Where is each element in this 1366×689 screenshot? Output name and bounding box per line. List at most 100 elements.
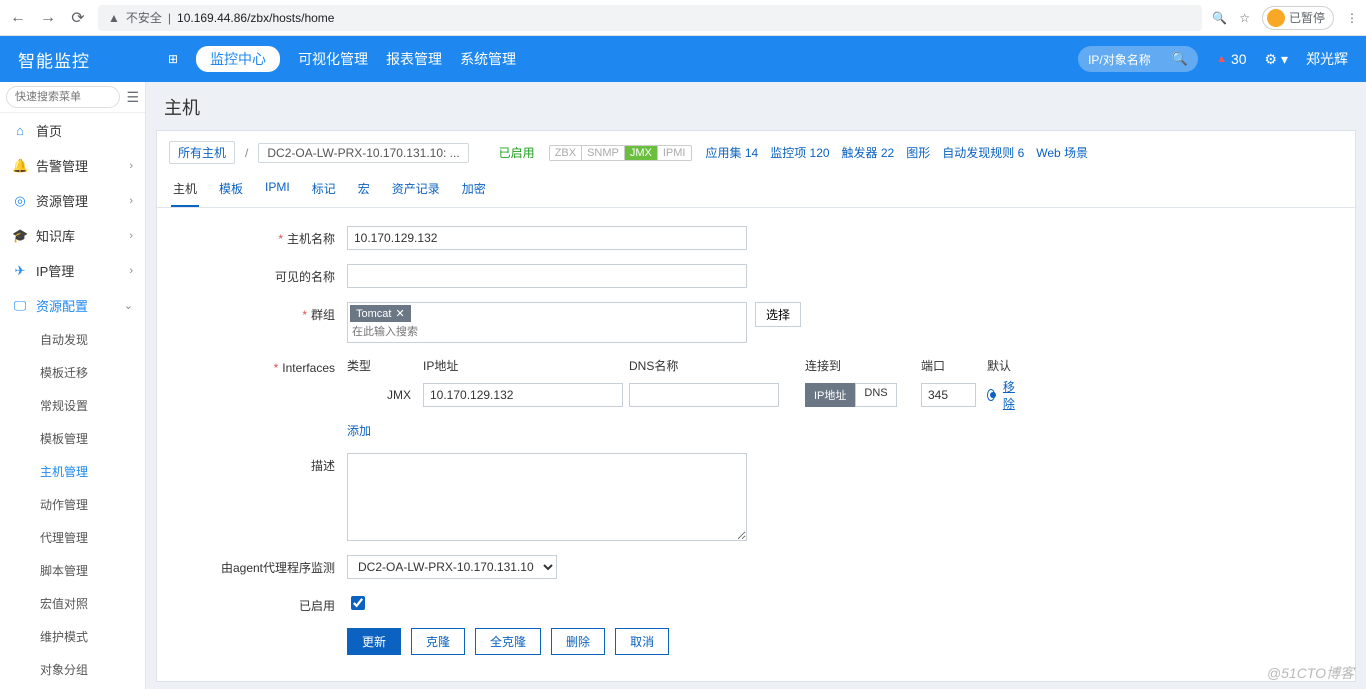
remove-tag-icon[interactable]: ✕	[395, 307, 404, 320]
sidebar-item-3[interactable]: 🎓 知识库 ›	[0, 218, 145, 253]
chevron-icon: ›	[129, 265, 133, 277]
tab-0[interactable]: 主机	[171, 174, 199, 207]
page-title: 主机	[146, 82, 1366, 130]
sidebar-icon-0: ⌂	[12, 123, 28, 138]
sidebar-subitem-9[interactable]: 维护模式	[0, 620, 145, 653]
sidebar-item-1[interactable]: 🔔 告警管理 ›	[0, 148, 145, 183]
tab-5[interactable]: 资产记录	[390, 174, 442, 207]
sidebar-subitem-1[interactable]: 模板迁移	[0, 356, 145, 389]
sidebar-icon-3: 🎓	[12, 228, 28, 244]
iface-ip-input[interactable]	[423, 383, 623, 407]
stat-1[interactable]: 监控项 120	[770, 146, 829, 160]
crumb-current-host[interactable]: DC2-OA-LW-PRX-10.170.131.10: ...	[258, 143, 468, 163]
sidebar-item-2[interactable]: ◎ 资源管理 ›	[0, 183, 145, 218]
group-tagbox[interactable]: Tomcat ✕	[347, 302, 747, 343]
sidebar-item-4[interactable]: ✈ IP管理 ›	[0, 253, 145, 288]
sidebar-subitem-0[interactable]: 自动发现	[0, 323, 145, 356]
hostname-input[interactable]	[347, 226, 747, 250]
stat-0[interactable]: 应用集 14	[706, 146, 759, 160]
zoom-icon[interactable]: 🔍	[1212, 11, 1227, 25]
tab-3[interactable]: 标记	[310, 174, 338, 207]
tab-4[interactable]: 宏	[356, 174, 372, 207]
tab-1[interactable]: 模板	[217, 174, 245, 207]
app-logo: 智能监控	[18, 47, 90, 72]
forward-icon[interactable]: →	[38, 9, 58, 27]
back-icon[interactable]: ←	[8, 9, 28, 27]
group-tag-tomcat[interactable]: Tomcat ✕	[350, 305, 411, 322]
label-hostname: 主机名称	[287, 232, 335, 246]
stat-5[interactable]: Web 场景	[1036, 146, 1088, 160]
description-textarea[interactable]	[347, 453, 747, 541]
sidebar-icon-4: ✈	[12, 263, 28, 279]
alarm-icon: ▲	[1216, 53, 1227, 65]
bookmark-icon[interactable]: ☆	[1239, 11, 1250, 25]
address-bar[interactable]: ▲ 不安全 | 10.169.44.86/zbx/hosts/home	[98, 5, 1202, 31]
sidebar-item-5[interactable]: 🖵 资源配置 ⌄	[0, 288, 145, 323]
menu-icon[interactable]: ⋮	[1346, 11, 1358, 25]
select-group-button[interactable]: 选择	[755, 302, 801, 327]
proxy-select[interactable]: DC2-OA-LW-PRX-10.170.131.10	[347, 555, 557, 579]
settings-icon[interactable]: ⚙ ▾	[1265, 51, 1288, 68]
sidebar-item-0[interactable]: ⌂ 首页	[0, 113, 145, 148]
iface-port-input[interactable]	[921, 383, 976, 407]
update-button[interactable]: 更新	[347, 628, 401, 655]
label-enabled: 已启用	[299, 599, 335, 613]
label-groups: 群组	[311, 308, 335, 322]
host-card: 所有主机 / DC2-OA-LW-PRX-10.170.131.10: ... …	[156, 130, 1356, 682]
sidebar-subitem-10[interactable]: 对象分组	[0, 653, 145, 686]
sidebar-subitem-8[interactable]: 宏值对照	[0, 587, 145, 620]
host-form: *主机名称 可见的名称 *群组 Tomcat ✕	[157, 208, 1355, 682]
crumb-all-hosts[interactable]: 所有主机	[169, 141, 235, 164]
label-interfaces: Interfaces	[282, 361, 335, 375]
iface-dns-input[interactable]	[629, 383, 779, 407]
nav-apps-icon[interactable]: ⊞	[168, 52, 178, 66]
sidebar: ☰ ⌂ 首页 🔔 告警管理 ›◎ 资源管理 ›🎓 知识库 ›✈ IP管理	[0, 82, 146, 689]
zbx-chip: ZBX	[550, 146, 582, 160]
user-menu[interactable]: 郑光辉	[1306, 49, 1348, 69]
sidebar-subitem-7[interactable]: 脚本管理	[0, 554, 145, 587]
tab-2[interactable]: IPMI	[263, 174, 292, 207]
avatar-icon	[1267, 9, 1285, 27]
reload-icon[interactable]: ⟳	[68, 8, 88, 28]
global-search[interactable]: IP/对象名称 🔍	[1078, 46, 1198, 72]
iface-row: JMX IP地址 DNS 移除	[347, 378, 1017, 412]
remove-iface-link[interactable]: 移除	[1003, 378, 1017, 412]
insecure-label: 不安全	[126, 9, 162, 26]
nav-reports[interactable]: 报表管理	[386, 49, 442, 69]
sidebar-icon-1: 🔔	[12, 158, 28, 174]
sidebar-icon-5: 🖵	[12, 298, 28, 314]
stat-4[interactable]: 自动发现规则 6	[942, 146, 1024, 160]
url-text: 10.169.44.86/zbx/hosts/home	[177, 11, 334, 25]
enabled-checkbox[interactable]	[351, 596, 365, 610]
sidebar-subitem-3[interactable]: 模板管理	[0, 422, 145, 455]
cancel-button[interactable]: 取消	[615, 628, 669, 655]
stat-3[interactable]: 图形	[906, 146, 930, 160]
default-radio[interactable]	[987, 389, 995, 401]
sidebar-collapse-icon[interactable]: ☰	[126, 89, 139, 106]
add-iface-link[interactable]: 添加	[347, 424, 371, 438]
delete-button[interactable]: 删除	[551, 628, 605, 655]
sidebar-subitem-6[interactable]: 代理管理	[0, 521, 145, 554]
alarm-counter[interactable]: ▲ 30	[1216, 51, 1246, 67]
sidebar-search-input[interactable]	[6, 86, 120, 108]
nav-system[interactable]: 系统管理	[460, 49, 516, 69]
search-icon: 🔍	[1172, 51, 1188, 67]
chevron-icon: ›	[129, 230, 133, 242]
tab-6[interactable]: 加密	[460, 174, 488, 207]
group-search-input[interactable]	[350, 324, 744, 340]
iface-status-group: ZBX SNMP JMX IPMI	[549, 145, 692, 161]
label-proxy: 由agent代理程序监测	[221, 561, 335, 575]
full-clone-button[interactable]: 全克隆	[475, 628, 541, 655]
sidebar-subitem-5[interactable]: 动作管理	[0, 488, 145, 521]
nav-visualization[interactable]: 可视化管理	[298, 49, 368, 69]
iface-header: 类型 IP地址 DNS名称 连接到 端口 默认	[347, 357, 1017, 378]
profile-button[interactable]: 已暂停	[1262, 6, 1334, 30]
sidebar-subitem-2[interactable]: 常规设置	[0, 389, 145, 422]
visible-name-input[interactable]	[347, 264, 747, 288]
connect-toggle[interactable]: IP地址 DNS	[805, 383, 915, 407]
nav-monitor-center[interactable]: 监控中心	[196, 46, 280, 72]
stat-2[interactable]: 触发器 22	[842, 146, 895, 160]
sidebar-subitem-4[interactable]: 主机管理	[0, 455, 145, 488]
clone-button[interactable]: 克隆	[411, 628, 465, 655]
watermark: @51CTO博客	[1267, 663, 1354, 683]
